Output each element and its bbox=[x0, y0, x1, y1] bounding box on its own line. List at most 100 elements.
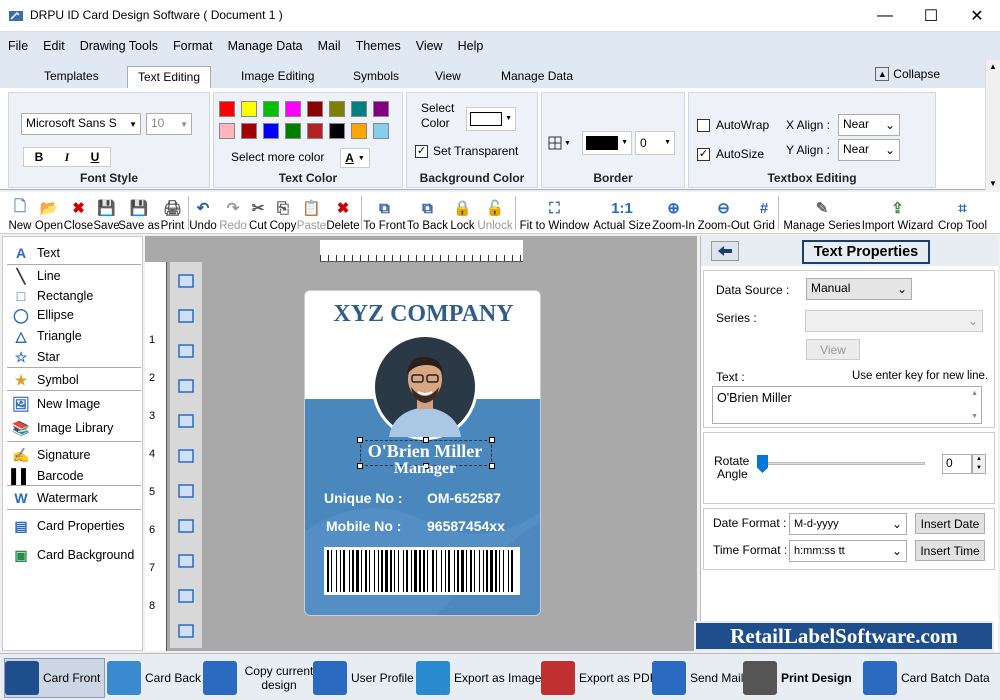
background-color-picker[interactable]: ▼ bbox=[466, 107, 516, 131]
insert-date-button[interactable]: Insert Date bbox=[915, 513, 985, 534]
data-source-select[interactable]: Manual ⌄ bbox=[806, 278, 912, 300]
insert-time-button[interactable]: Insert Time bbox=[915, 540, 985, 561]
to-front-button[interactable]: ⧉ To Front bbox=[363, 194, 406, 233]
align-left-icon[interactable] bbox=[175, 410, 197, 432]
tool-barcode[interactable]: ▌▌ Barcode bbox=[11, 466, 83, 486]
menu-file[interactable]: File bbox=[8, 39, 28, 53]
autosize-checkbox[interactable]: ✓ bbox=[697, 148, 710, 161]
tool-symbol[interactable]: ★ Symbol bbox=[11, 370, 79, 390]
grid-button[interactable]: # Grid bbox=[751, 194, 777, 233]
card-front-button[interactable]: Card Front bbox=[4, 658, 106, 698]
new-file-button[interactable]: 🗋 New bbox=[6, 194, 34, 233]
card-batch-data-button[interactable]: Card Batch Data bbox=[863, 658, 990, 698]
color-swatch[interactable] bbox=[219, 101, 235, 117]
copy-current-design-button[interactable]: Copy current design bbox=[203, 658, 317, 698]
company-name[interactable]: XYZ COMPANY bbox=[305, 301, 540, 328]
color-swatch[interactable] bbox=[351, 101, 367, 117]
menu-manage-data[interactable]: Manage Data bbox=[228, 39, 303, 53]
mobile-no-label[interactable]: Mobile No : bbox=[326, 518, 401, 534]
fit-object-icon[interactable] bbox=[175, 620, 197, 642]
font-family-select[interactable]: Microsoft Sans S ▼ bbox=[21, 113, 141, 135]
font-size-select[interactable]: 10 ▼ bbox=[146, 113, 192, 135]
underline-button[interactable]: U bbox=[91, 150, 100, 164]
tab-text-editing[interactable]: Text Editing bbox=[127, 66, 212, 88]
zoom-in-button[interactable]: ⊕ Zoom-In bbox=[651, 194, 696, 232]
time-format-select[interactable]: h:mm:ss tt ⌄ bbox=[789, 540, 907, 562]
color-swatch[interactable] bbox=[219, 123, 235, 139]
color-swatch[interactable] bbox=[241, 101, 257, 117]
redo-button[interactable]: ↷ Redo bbox=[219, 194, 247, 232]
tab-templates[interactable]: Templates bbox=[34, 66, 109, 88]
card-back-button[interactable]: Card Back bbox=[107, 658, 201, 698]
mobile-no-value[interactable]: 96587454xx bbox=[427, 518, 505, 534]
close-button[interactable]: ✖ Close bbox=[64, 194, 93, 232]
ribbon-scrollbar[interactable]: ▲ ▼ bbox=[985, 60, 1000, 190]
tab-image-editing[interactable]: Image Editing bbox=[231, 66, 324, 88]
tool-text[interactable]: A Text bbox=[11, 243, 60, 263]
tab-manage-data[interactable]: Manage Data bbox=[491, 66, 583, 88]
set-transparent-checkbox[interactable]: ✓ bbox=[415, 145, 428, 158]
open-folder-button[interactable]: 📂 Open bbox=[34, 194, 64, 232]
bold-button[interactable]: B bbox=[35, 150, 44, 164]
menu-mail[interactable]: Mail bbox=[318, 39, 341, 53]
crop-button[interactable]: ⌗ Crop Tool bbox=[935, 194, 990, 233]
save-as-button[interactable]: 💾 Save as bbox=[118, 194, 160, 232]
align-top-icon[interactable] bbox=[175, 480, 197, 502]
select-more-color-link[interactable]: Select more color bbox=[231, 150, 324, 164]
tool-triangle[interactable]: △ Triangle bbox=[11, 326, 82, 346]
minimize-button[interactable]: — bbox=[862, 0, 908, 32]
tool-image-library[interactable]: 📚 Image Library bbox=[11, 418, 113, 438]
close-window-button[interactable]: ✕ bbox=[954, 0, 1000, 32]
y-align-select[interactable]: Near ⌄ bbox=[838, 139, 900, 161]
cut-button[interactable]: ✂ Cut bbox=[247, 194, 269, 232]
border-style-picker[interactable]: ▼ bbox=[548, 133, 578, 153]
unlock-button[interactable]: 🔓 Unlock bbox=[476, 194, 514, 232]
zoom-out-button[interactable]: ⊖ Zoom-Out bbox=[696, 194, 751, 232]
rotate-slider-track[interactable] bbox=[759, 462, 925, 465]
color-swatch[interactable] bbox=[373, 123, 389, 139]
tab-symbols[interactable]: Symbols bbox=[343, 66, 409, 88]
fit-to-window-button[interactable]: ⛶ Fit to Window bbox=[516, 194, 593, 233]
color-swatch[interactable] bbox=[329, 101, 345, 117]
series-select[interactable]: ⌄ bbox=[805, 310, 983, 332]
ungroup-icon[interactable] bbox=[175, 305, 197, 327]
import-wizard-button[interactable]: ⇪ Import Wizard bbox=[860, 194, 935, 232]
color-swatch[interactable] bbox=[263, 101, 279, 117]
group-icon[interactable] bbox=[175, 270, 197, 292]
paste-button[interactable]: 📋 Paste bbox=[297, 194, 326, 232]
to-back-button[interactable]: ⧉ To Back bbox=[406, 194, 449, 233]
menu-view[interactable]: View bbox=[416, 39, 443, 53]
profile-photo-frame[interactable] bbox=[372, 334, 478, 440]
barcode[interactable] bbox=[324, 547, 520, 595]
menu-themes[interactable]: Themes bbox=[356, 39, 401, 53]
tool-new-image[interactable]: 🖼 New Image bbox=[11, 394, 100, 414]
x-align-select[interactable]: Near ⌄ bbox=[838, 114, 900, 136]
tool-signature[interactable]: ✍ Signature bbox=[11, 445, 90, 465]
color-swatch[interactable] bbox=[285, 101, 301, 117]
menu-edit[interactable]: Edit bbox=[43, 39, 65, 53]
menu-format[interactable]: Format bbox=[173, 39, 213, 53]
lock-button[interactable]: 🔒 Lock bbox=[449, 194, 476, 232]
maximize-button[interactable]: ☐ bbox=[908, 0, 954, 32]
color-swatch[interactable] bbox=[263, 123, 279, 139]
italic-button[interactable]: I bbox=[65, 150, 70, 165]
user-profile-button[interactable]: User Profile bbox=[313, 658, 414, 698]
collapse-button[interactable]: ▲ Collapse bbox=[875, 67, 940, 81]
save-button[interactable]: 💾 Save bbox=[93, 194, 120, 232]
back-button[interactable] bbox=[711, 241, 739, 261]
export-as-pdf-button[interactable]: Export as PDF bbox=[541, 658, 657, 698]
tool-ellipse[interactable]: ◯ Ellipse bbox=[11, 305, 74, 325]
lock-object-icon[interactable] bbox=[175, 340, 197, 362]
text-color-picker[interactable]: A ▼ bbox=[340, 148, 370, 168]
align-right-icon[interactable] bbox=[175, 445, 197, 467]
color-swatch[interactable] bbox=[285, 123, 301, 139]
tool-star[interactable]: ☆ Star bbox=[11, 347, 60, 367]
unique-no-value[interactable]: OM-652587 bbox=[427, 490, 501, 506]
undo-button[interactable]: ↶ Undo bbox=[187, 194, 219, 232]
print-design-button[interactable]: Print Design bbox=[743, 658, 852, 698]
tab-view[interactable]: View bbox=[425, 66, 471, 88]
brand-banner[interactable]: RetailLabelSoftware.com bbox=[694, 621, 994, 651]
color-swatch[interactable] bbox=[307, 123, 323, 139]
manage-series-button[interactable]: ✎ Manage Series bbox=[783, 194, 860, 232]
align-middle-icon[interactable] bbox=[175, 585, 197, 607]
